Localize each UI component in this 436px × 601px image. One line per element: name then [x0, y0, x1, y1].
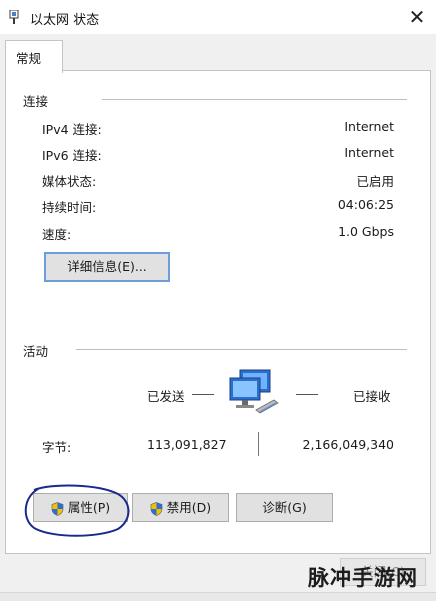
window-title: 以太网 状态: [30, 13, 100, 28]
duration-value: 04:06:25: [337, 197, 394, 212]
tab-general-label: 常规: [16, 51, 42, 66]
ipv6-label: IPv6 连接:: [42, 148, 102, 163]
details-button[interactable]: 详细信息(E)...: [44, 252, 170, 282]
sent-label: 已发送: [147, 389, 185, 404]
speed-label: 速度:: [42, 227, 72, 242]
annotation-circle: [24, 484, 130, 537]
bytes-separator: [258, 432, 259, 456]
speed-value: 1.0 Gbps: [338, 224, 394, 239]
disable-button[interactable]: 禁用(D): [132, 493, 229, 522]
activity-section-label: 活动: [23, 344, 49, 359]
watermark: 脉冲手游网: [308, 566, 418, 590]
network-adapter-icon: [9, 10, 19, 24]
received-label: 已接收: [353, 389, 391, 404]
disable-button-label: 禁用(D): [166, 500, 212, 515]
diagnose-button[interactable]: 诊断(G): [236, 493, 333, 522]
sent-line: [192, 394, 214, 395]
ipv6-value: Internet: [344, 145, 394, 160]
connection-divider: [102, 99, 407, 100]
duration-label: 持续时间:: [42, 200, 97, 215]
bytes-received-value: 2,166,049,340: [302, 437, 394, 452]
title-bar: 以太网 状态 ✕: [0, 0, 436, 34]
received-line: [296, 394, 318, 395]
ipv4-label: IPv4 连接:: [42, 122, 102, 137]
ipv4-value: Internet: [344, 119, 394, 134]
bytes-label: 字节:: [42, 440, 72, 455]
bytes-sent-value: 113,091,827: [147, 437, 227, 452]
diagnose-button-label: 诊断(G): [262, 500, 307, 515]
network-computers-icon: [229, 369, 279, 414]
media-state-value: 已启用: [356, 174, 394, 189]
close-icon[interactable]: ✕: [400, 2, 434, 32]
connection-section-label: 连接: [23, 94, 49, 109]
uac-shield-icon: [150, 501, 163, 516]
media-state-label: 媒体状态:: [42, 174, 97, 189]
activity-divider: [76, 349, 407, 350]
tab-general[interactable]: 常规: [5, 40, 63, 73]
